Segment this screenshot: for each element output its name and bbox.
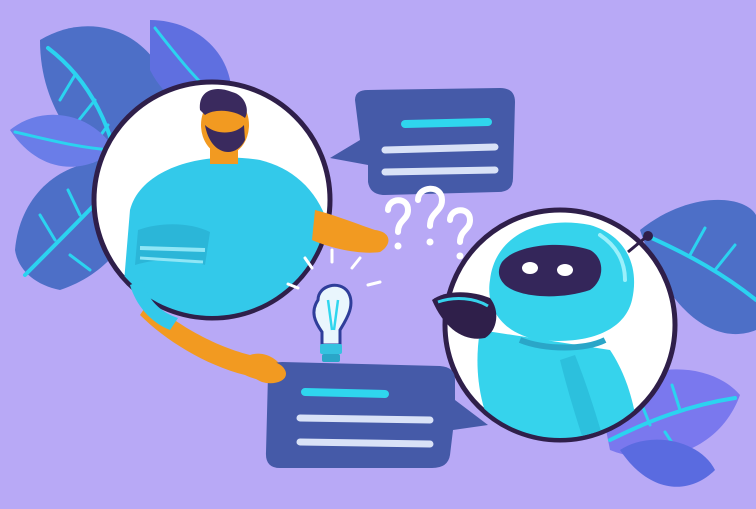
bubble-line bbox=[296, 438, 434, 448]
bubble-line-accent bbox=[301, 388, 389, 398]
bubble-line bbox=[296, 414, 434, 424]
bubble-line bbox=[381, 143, 499, 154]
bubble-line bbox=[381, 166, 499, 176]
bubble-line-accent bbox=[401, 118, 492, 128]
chatbot-conversation-illustration bbox=[0, 0, 756, 509]
